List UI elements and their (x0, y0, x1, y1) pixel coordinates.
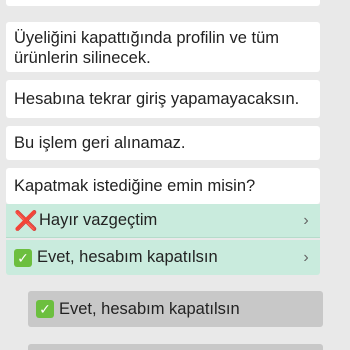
quick-reply-label: Evet, hesabım kapatılsın (37, 248, 218, 266)
chat-screen: Üyeliğini kapattığında profilin ve tüm ü… (0, 0, 350, 350)
bot-message: Bu işlem geri alınamaz. (6, 126, 320, 160)
chevron-right-icon: › (303, 211, 309, 229)
user-message-text: Evet, hesabım kapatılsın (59, 299, 240, 318)
check-mark-icon: ✓ (14, 248, 32, 267)
check-mark-icon: ✓ (36, 300, 54, 318)
bot-message: Hesabına tekrar giriş yapamayacaksın. (6, 80, 320, 118)
quick-reply-confirm-button[interactable]: ✓ Evet, hesabım kapatılsın › (6, 240, 320, 275)
bot-message: Üyeliğini kapattığında profilin ve tüm ü… (6, 22, 320, 72)
cross-mark-icon: ❌ (14, 210, 38, 232)
quick-reply-cancel-button[interactable]: ❌ Hayır vazgeçtim › (6, 204, 320, 238)
previous-message-bubble (6, 0, 320, 6)
user-message: ✓ Evet, hesabım kapatılsın (28, 291, 323, 327)
quick-reply-label: Hayır vazgeçtim (39, 211, 158, 229)
next-message-bubble (28, 344, 323, 350)
chevron-right-icon: › (303, 248, 309, 266)
bot-message: Kapatmak istediğine emin misin? (6, 168, 320, 204)
